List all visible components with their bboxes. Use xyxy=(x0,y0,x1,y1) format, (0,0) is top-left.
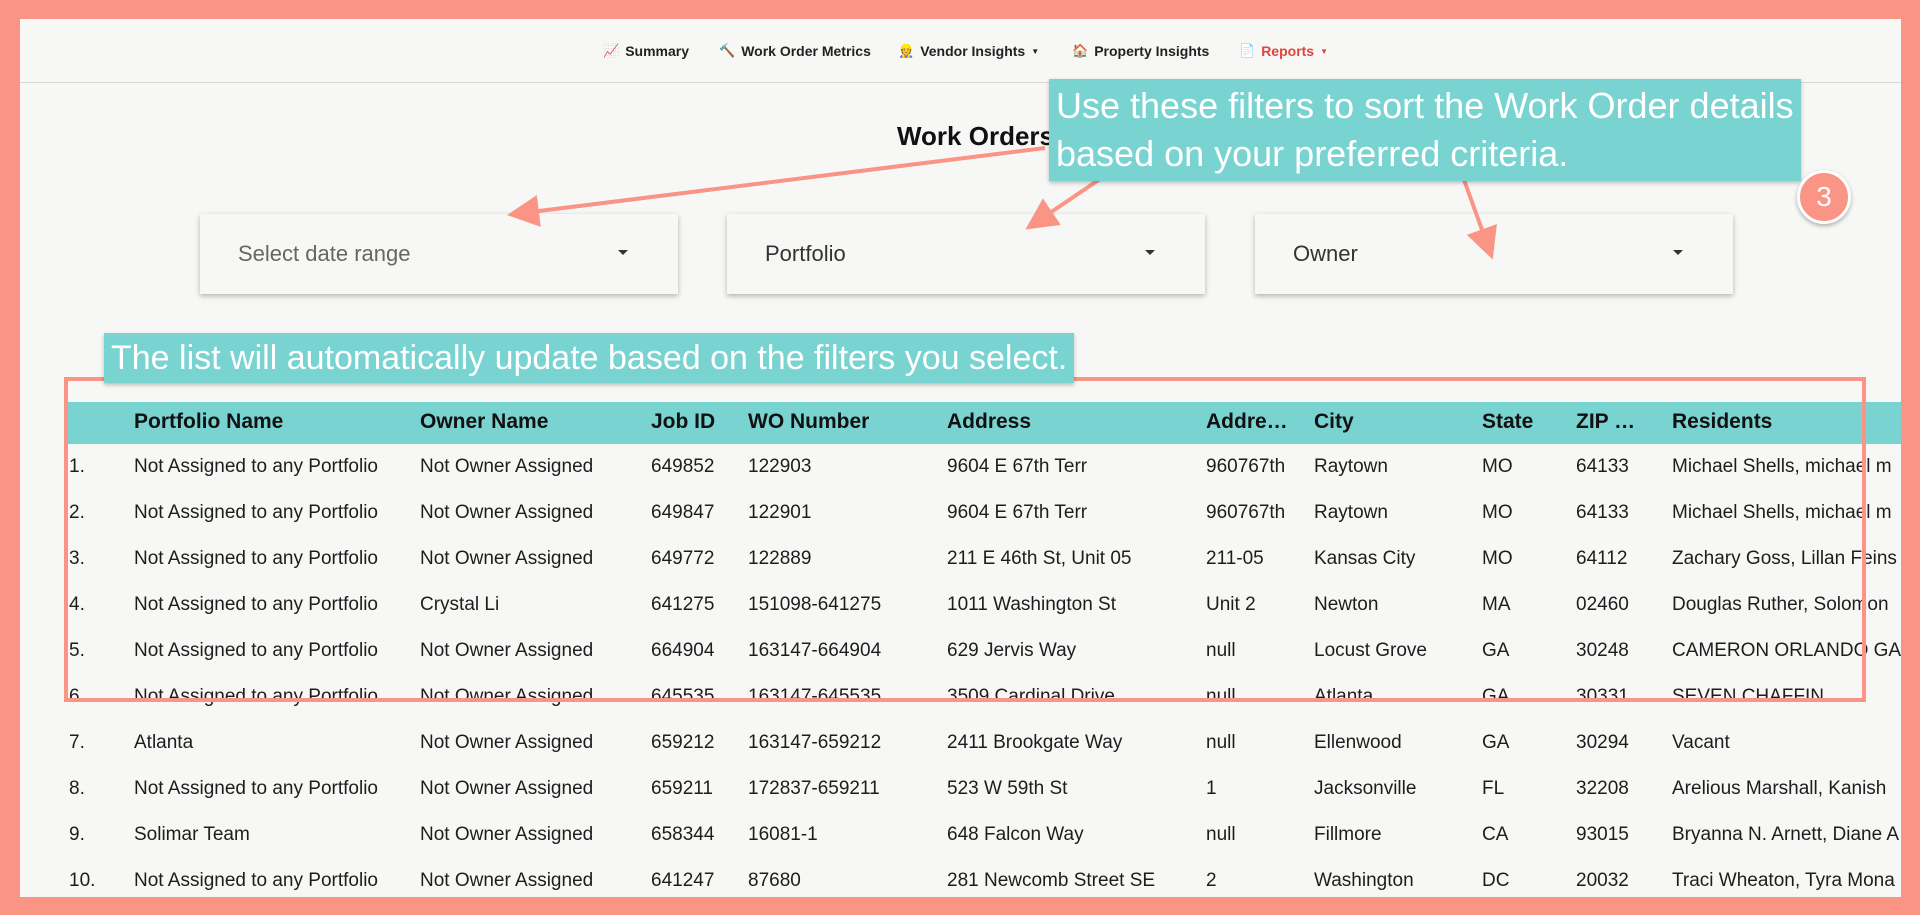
list-callout: The list will automatically update based… xyxy=(104,333,1075,383)
filters-callout: Use these filters to sort the Work Order… xyxy=(1049,79,1801,181)
filters-callout-line-1: Use these filters to sort the Work Order… xyxy=(1056,85,1794,126)
filters-callout-line-2: based on your preferred criteria. xyxy=(1056,133,1569,174)
arrow-to-portfolio xyxy=(1025,175,1105,230)
step-badge: 3 xyxy=(1797,170,1851,224)
arrow-to-owner xyxy=(1461,176,1497,260)
arrow-to-date-range xyxy=(507,146,1046,227)
